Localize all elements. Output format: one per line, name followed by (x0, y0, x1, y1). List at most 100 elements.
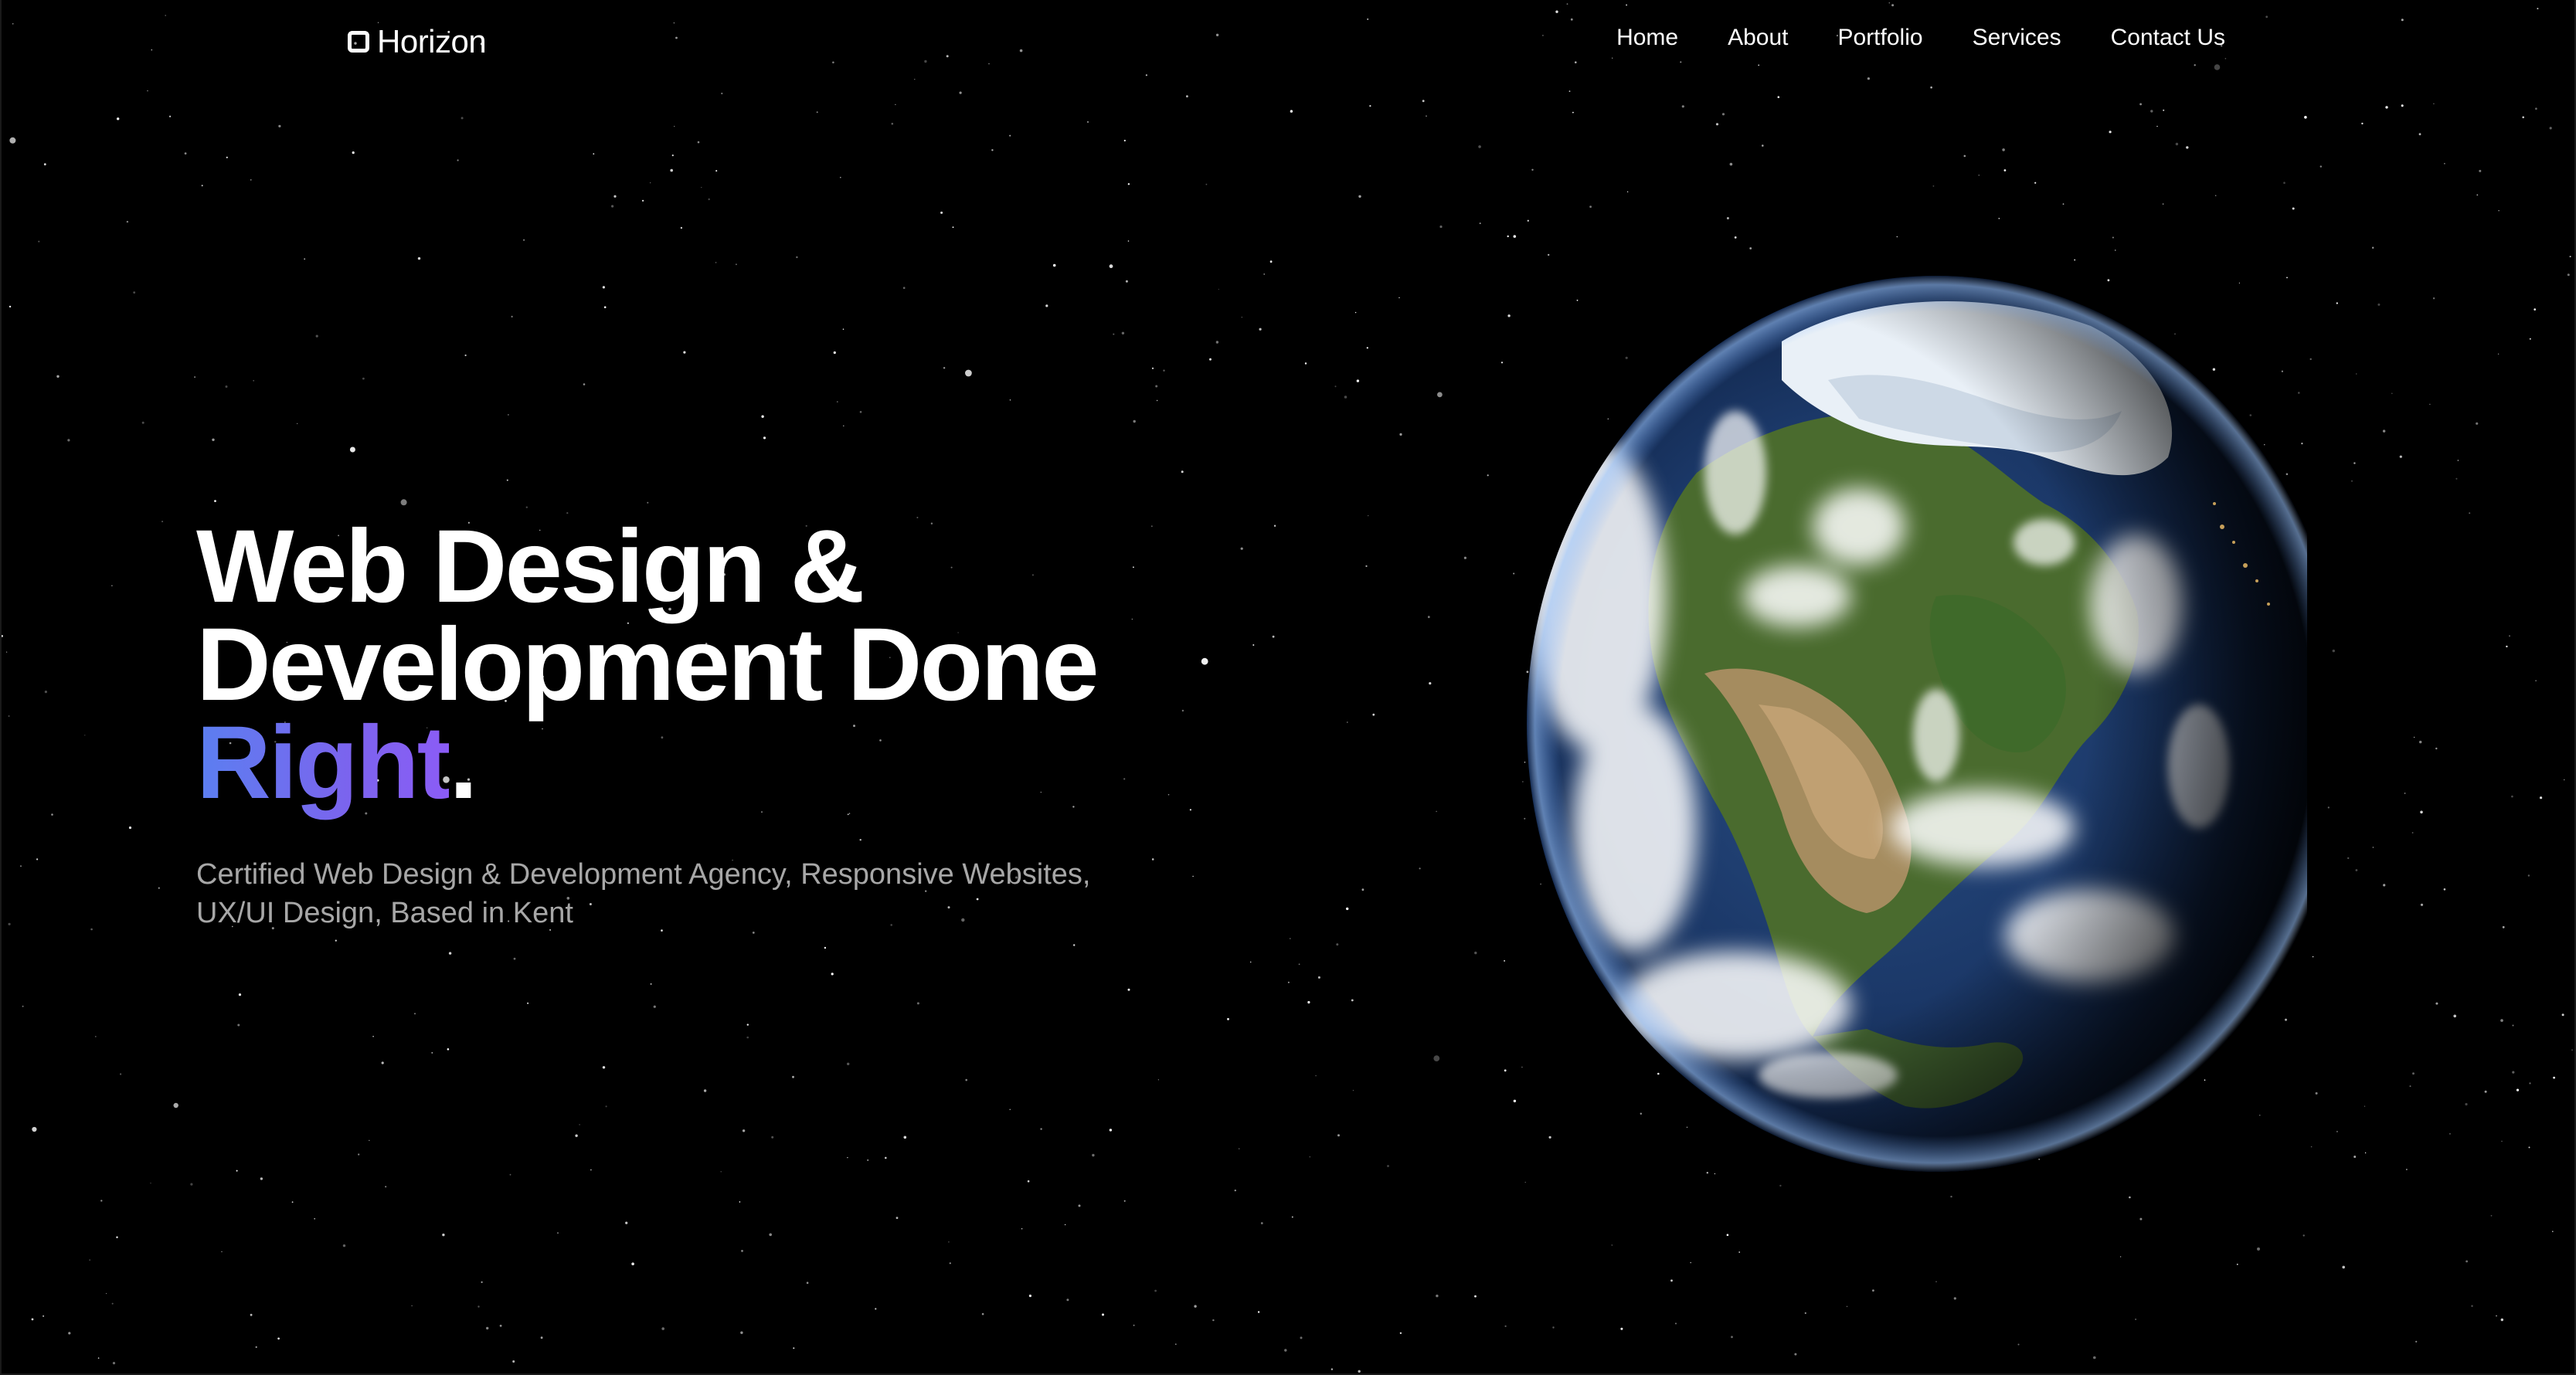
star (2372, 246, 2374, 249)
nav-item-services[interactable]: Services (1973, 25, 2061, 51)
star (362, 377, 365, 380)
star (2561, 1013, 2564, 1017)
star (508, 414, 509, 416)
star (1218, 288, 1219, 290)
star (1463, 556, 1466, 559)
star (1298, 963, 1300, 966)
star (914, 79, 916, 80)
star (708, 198, 710, 201)
star (1347, 721, 1348, 723)
star (806, 1282, 809, 1284)
star (1092, 1153, 1095, 1157)
star (1028, 1294, 1031, 1298)
star (2527, 874, 2530, 877)
hero-section: Web Design & Development Done Right. Cer… (196, 509, 1201, 932)
star (2509, 635, 2510, 637)
star (1930, 86, 1932, 89)
star (2353, 462, 2356, 464)
star (671, 154, 674, 157)
star (2413, 736, 2415, 738)
star (221, 1251, 223, 1252)
star (761, 415, 764, 418)
star (2476, 422, 2479, 425)
star (1479, 222, 1481, 225)
star (675, 36, 678, 39)
nav-item-portfolio[interactable]: Portfolio (1838, 25, 1923, 51)
star (1620, 1327, 1623, 1330)
star (190, 1183, 193, 1186)
star (31, 1318, 34, 1321)
star (1109, 1129, 1113, 1132)
star (1715, 123, 1719, 126)
star (250, 1313, 253, 1316)
star (2412, 1072, 2415, 1075)
star (991, 149, 994, 151)
star (647, 501, 649, 504)
star (2224, 58, 2227, 59)
star (2336, 302, 2338, 304)
star (1073, 944, 1076, 946)
star (988, 63, 990, 65)
star (2537, 8, 2539, 10)
star (1121, 331, 1125, 334)
star (2419, 740, 2422, 744)
star (557, 1232, 559, 1234)
star (831, 973, 834, 976)
star (2535, 107, 2537, 110)
star (2435, 747, 2438, 750)
star (2553, 1076, 2556, 1079)
star (97, 1357, 100, 1359)
nav-item-home[interactable]: Home (1616, 25, 1678, 51)
star (1552, 1326, 1555, 1329)
star (683, 351, 686, 354)
star (9, 137, 16, 144)
headline-line-1: Web Design & (196, 509, 865, 624)
star (948, 1241, 950, 1243)
star (1426, 115, 1427, 117)
star (1155, 385, 1158, 388)
star (111, 1302, 114, 1305)
star (1307, 1000, 1310, 1004)
star (832, 61, 834, 64)
star (1387, 1165, 1389, 1167)
star (32, 1126, 37, 1132)
star (2476, 194, 2479, 196)
star (1351, 999, 1354, 1002)
star (1779, 1184, 1782, 1187)
star (2385, 106, 2388, 109)
star (1045, 304, 1048, 307)
star (8, 305, 12, 308)
star (2139, 1217, 2143, 1221)
star (742, 1129, 746, 1132)
star (602, 286, 606, 289)
nav-item-about[interactable]: About (1728, 25, 1788, 51)
star (1272, 635, 1275, 638)
star (2453, 1014, 2456, 1018)
star (2135, 1319, 2136, 1320)
star (442, 1233, 445, 1237)
star (1205, 183, 1208, 185)
star (1133, 419, 1136, 423)
star (2093, 1356, 2096, 1360)
star (631, 1262, 634, 1265)
brand-logo[interactable]: Horizon (348, 23, 487, 60)
star (1151, 367, 1154, 369)
star (1240, 547, 1243, 550)
star (2214, 64, 2221, 70)
star (2355, 869, 2358, 871)
star (1507, 235, 1509, 238)
star (2112, 236, 2114, 239)
star (1336, 943, 1339, 946)
nav-item-contact-us[interactable]: Contact Us (2111, 25, 2225, 51)
star (1369, 105, 1371, 107)
star (2471, 1305, 2473, 1307)
star (2552, 1231, 2554, 1232)
star (1021, 1228, 1023, 1230)
star (2534, 308, 2536, 311)
star (2304, 116, 2307, 119)
star (816, 111, 818, 114)
star (1209, 358, 1212, 361)
star (2409, 1085, 2411, 1088)
star (2257, 1247, 2260, 1251)
subtitle-line-1: Certified Web Design & Development Agenc… (196, 858, 1091, 891)
